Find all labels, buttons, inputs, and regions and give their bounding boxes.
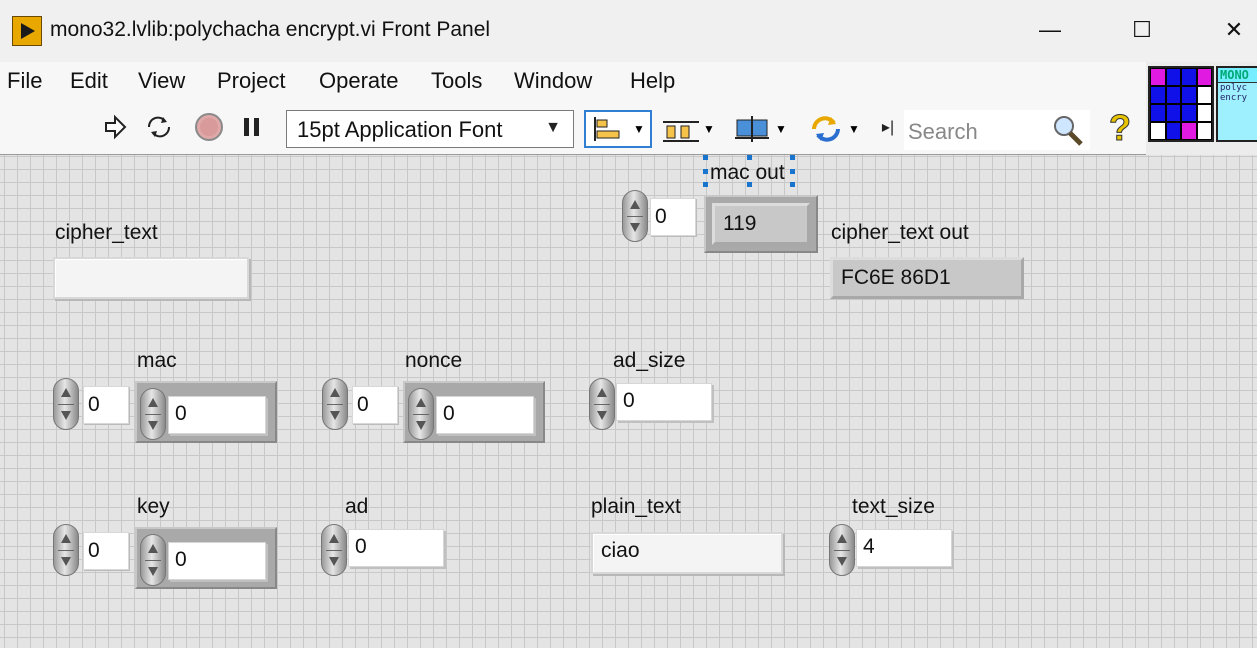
text-size-input[interactable]: 4 — [856, 529, 952, 567]
menu-file[interactable]: File — [7, 68, 42, 94]
reorder-button[interactable]: ▼ — [804, 110, 862, 148]
distribute-objects-button[interactable]: ▼ — [660, 110, 716, 148]
plain-text-label: plain_text — [591, 495, 681, 518]
distribute-objects-icon — [663, 121, 700, 142]
mac-out-label[interactable]: mac out — [710, 161, 785, 185]
chevron-down-icon: ▼ — [633, 122, 645, 136]
help-icon[interactable]: ? — [1104, 107, 1136, 149]
selection-handle[interactable] — [703, 169, 708, 174]
mac-label: mac — [137, 349, 177, 372]
menu-edit[interactable]: Edit — [70, 68, 108, 94]
nonce-element-value[interactable]: 0 — [436, 396, 534, 434]
key-index[interactable]: 0 — [83, 532, 129, 570]
ad-index-spinner[interactable] — [321, 524, 347, 576]
connector-pane-icon[interactable] — [1148, 66, 1214, 142]
nonce-index-spinner[interactable] — [322, 378, 348, 430]
menu-project[interactable]: Project — [217, 68, 285, 94]
selection-handle[interactable] — [703, 155, 708, 160]
run-continuously-icon[interactable] — [142, 112, 176, 142]
cipher-text-label: cipher_text — [55, 221, 158, 244]
selection-handle[interactable] — [790, 182, 795, 187]
nonce-label: nonce — [405, 349, 463, 372]
resize-objects-button[interactable]: ▼ — [732, 110, 788, 148]
align-objects-button[interactable]: ▼ — [584, 110, 652, 148]
close-button[interactable]: ✕ — [1212, 10, 1256, 50]
window-title: mono32.lvlib:polychacha encrypt.vi Front… — [50, 18, 491, 41]
cipher-text-input[interactable] — [53, 257, 249, 299]
vi-icon-line: encry — [1220, 93, 1248, 103]
text-size-label: text_size — [852, 495, 935, 518]
plain-text-input[interactable]: ciao — [591, 532, 783, 574]
selection-handle[interactable] — [747, 155, 752, 160]
resize-objects-icon — [735, 116, 770, 142]
chevron-down-icon: ▼ — [545, 119, 561, 136]
mac-out-index[interactable]: 0 — [650, 198, 696, 236]
ad-size-input[interactable]: 0 — [616, 383, 712, 421]
mac-out-index-spinner[interactable] — [622, 190, 648, 242]
toolbar: 15pt Application Font ▼ ▼ ▼ ▼ ▼ ▸| Searc… — [0, 102, 1146, 155]
text-size-spinner[interactable] — [829, 524, 855, 576]
nonce-element-spinner[interactable] — [408, 388, 434, 440]
run-arrow-icon[interactable] — [100, 112, 130, 142]
cipher-text-out-label: cipher_text out — [831, 221, 969, 244]
search-input[interactable]: Search — [904, 110, 1090, 150]
front-panel: mac out 0 119 cipher_text cipher_text ou… — [0, 155, 1257, 648]
key-label: key — [137, 495, 170, 518]
align-objects-icon — [594, 117, 620, 141]
selection-handle[interactable] — [703, 182, 708, 187]
vi-icon-line: polyc — [1220, 83, 1248, 93]
maximize-button[interactable]: ☐ — [1120, 10, 1164, 50]
reorder-icon — [812, 116, 841, 142]
font-selector[interactable]: 15pt Application Font ▼ — [286, 110, 574, 148]
chevron-down-icon: ▼ — [703, 122, 715, 136]
search-placeholder: Search — [908, 119, 978, 144]
menu-window[interactable]: Window — [514, 68, 592, 94]
search-expand-icon[interactable]: ▸| — [880, 112, 896, 142]
key-element-value[interactable]: 0 — [168, 542, 266, 580]
mac-index[interactable]: 0 — [83, 386, 129, 424]
labview-app-icon — [12, 16, 42, 46]
ad-size-label: ad_size — [613, 349, 686, 372]
minimize-button[interactable]: — — [1028, 10, 1072, 50]
mac-index-spinner[interactable] — [53, 378, 79, 430]
search-icon[interactable] — [1050, 112, 1086, 153]
menu-operate[interactable]: Operate — [319, 68, 399, 94]
selection-handle[interactable] — [790, 169, 795, 174]
chevron-down-icon: ▼ — [775, 122, 787, 136]
mac-element-spinner[interactable] — [140, 388, 166, 440]
chevron-down-icon: ▼ — [848, 122, 860, 136]
menu-bar: File Edit View Project Operate Tools Win… — [0, 62, 1146, 102]
key-index-spinner[interactable] — [53, 524, 79, 576]
font-selector-label: 15pt Application Font — [297, 117, 503, 142]
nonce-index[interactable]: 0 — [352, 386, 398, 424]
abort-icon[interactable] — [194, 112, 224, 142]
ad-label: ad — [345, 495, 369, 518]
vi-icon[interactable]: MONO polyc encry — [1216, 66, 1257, 142]
ad-size-spinner[interactable] — [589, 378, 615, 430]
menu-tools[interactable]: Tools — [431, 68, 482, 94]
cipher-text-out-value: FC6E 86D1 — [830, 257, 1024, 299]
title-bar: mono32.lvlib:polychacha encrypt.vi Front… — [0, 0, 1257, 62]
pause-icon[interactable] — [238, 112, 266, 142]
mac-element-value[interactable]: 0 — [168, 396, 266, 434]
vi-icon-header: MONO — [1218, 68, 1257, 83]
menu-help[interactable]: Help — [630, 68, 675, 94]
key-element-spinner[interactable] — [140, 534, 166, 586]
mac-out-value: 119 — [712, 203, 810, 245]
menu-view[interactable]: View — [138, 68, 185, 94]
ad-input[interactable]: 0 — [348, 529, 444, 567]
selection-handle[interactable] — [790, 155, 795, 160]
